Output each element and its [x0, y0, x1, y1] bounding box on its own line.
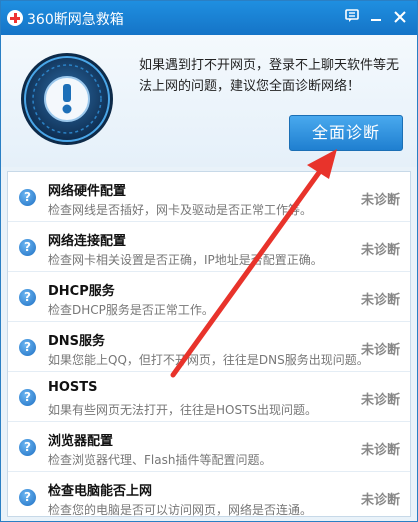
- question-icon[interactable]: ?: [19, 289, 36, 306]
- list-item[interactable]: ? DHCP服务 检查DHCP服务是否正常工作。 未诊断: [8, 272, 410, 322]
- item-description: 检查网卡相关设置是否正确，IP地址是否配置正确。: [48, 253, 323, 267]
- item-description: 检查DHCP服务是否正常工作。: [48, 303, 214, 317]
- list-item[interactable]: ? HOSTS 如果有些网页无法打开，往往是HOSTS出现问题。 未诊断: [8, 372, 410, 422]
- status-badge: 未诊断: [360, 193, 400, 208]
- close-icon[interactable]: [389, 7, 411, 29]
- question-icon[interactable]: ?: [19, 439, 36, 456]
- status-badge: 未诊断: [360, 393, 400, 408]
- item-title: HOSTS: [48, 380, 98, 395]
- item-description: 检查网线是否插好，网卡及驱动是否正常工作等。: [48, 203, 313, 217]
- item-description: 检查您的电脑是否可以访问网页，网络是否连通。: [48, 503, 313, 517]
- question-icon[interactable]: ?: [19, 239, 36, 256]
- question-icon[interactable]: ?: [19, 339, 36, 356]
- status-badge: 未诊断: [360, 243, 400, 258]
- item-description: 如果您能上QQ，但打不开网页，往往是DNS服务出现问题。: [48, 353, 369, 367]
- item-description: 检查浏览器代理、Flash插件等配置问题。: [48, 453, 272, 467]
- item-title: 网络硬件配置: [48, 184, 127, 199]
- status-badge: 未诊断: [360, 343, 400, 358]
- alert-badge-icon: [21, 53, 113, 145]
- window-title: 360断网急救箱: [27, 12, 124, 28]
- status-badge: 未诊断: [360, 493, 400, 508]
- diagnosis-list: ? 网络硬件配置 检查网线是否插好，网卡及驱动是否正常工作等。 未诊断 ? 网络…: [7, 171, 411, 517]
- minimize-icon[interactable]: [365, 7, 387, 29]
- status-badge: 未诊断: [360, 293, 400, 308]
- list-item[interactable]: ? 网络硬件配置 检查网线是否插好，网卡及驱动是否正常工作等。 未诊断: [8, 172, 410, 222]
- question-icon[interactable]: ?: [19, 489, 36, 506]
- item-title: DNS服务: [48, 334, 106, 349]
- question-icon[interactable]: ?: [19, 189, 36, 206]
- status-badge: 未诊断: [360, 443, 400, 458]
- item-title: DHCP服务: [48, 284, 115, 299]
- app-window: 360断网急救箱 如果遇到打不开网页，登录不上聊天软件等无法上网的问题，建议您全…: [0, 0, 418, 522]
- app-logo-icon: [7, 10, 23, 26]
- feedback-icon[interactable]: [341, 7, 363, 29]
- list-item[interactable]: ? 检查电脑能否上网 检查您的电脑是否可以访问网页，网络是否连通。 未诊断: [8, 472, 410, 517]
- list-item[interactable]: ? 浏览器配置 检查浏览器代理、Flash插件等配置问题。 未诊断: [8, 422, 410, 472]
- list-item[interactable]: ? DNS服务 如果您能上QQ，但打不开网页，往往是DNS服务出现问题。 未诊断: [8, 322, 410, 372]
- question-icon[interactable]: ?: [19, 389, 36, 406]
- header-description: 如果遇到打不开网页，登录不上聊天软件等无法上网的问题，建议您全面诊断网络！: [139, 58, 400, 94]
- item-title: 浏览器配置: [48, 434, 114, 449]
- item-title: 网络连接配置: [48, 234, 127, 249]
- list-item[interactable]: ? 网络连接配置 检查网卡相关设置是否正确，IP地址是否配置正确。 未诊断: [8, 222, 410, 272]
- header-panel: 如果遇到打不开网页，登录不上聊天软件等无法上网的问题，建议您全面诊断网络！ 全面…: [1, 35, 417, 167]
- title-bar[interactable]: 360断网急救箱: [1, 1, 417, 35]
- full-diagnose-button[interactable]: 全面诊断: [289, 115, 403, 151]
- item-title: 检查电脑能否上网: [48, 484, 153, 499]
- item-description: 如果有些网页无法打开，往往是HOSTS出现问题。: [48, 403, 318, 417]
